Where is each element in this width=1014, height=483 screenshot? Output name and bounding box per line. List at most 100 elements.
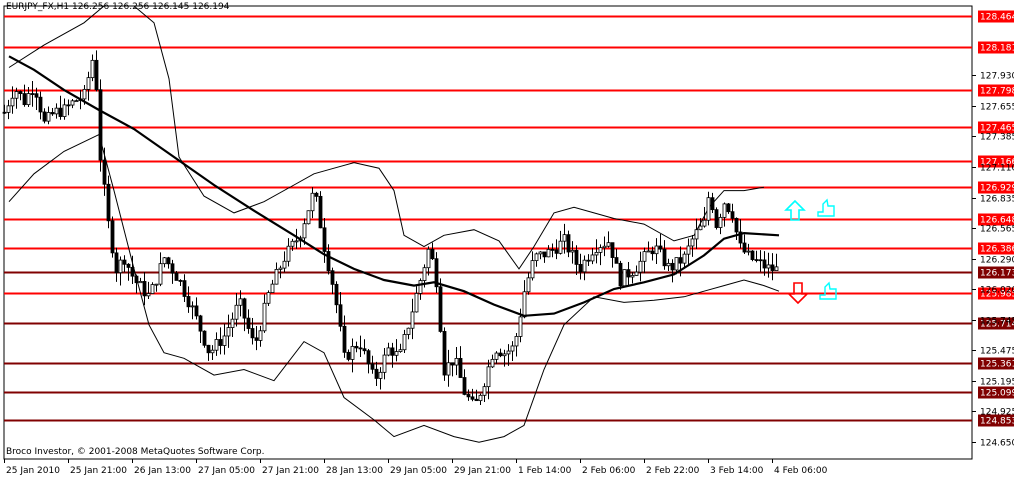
candle-body [38,96,43,113]
candle-body [422,267,427,281]
buy-hand-icon [817,198,835,217]
candle-body [182,280,187,297]
bollinger-bands [8,5,780,443]
candle-body [546,249,551,258]
y-tick-label: 127.110 [980,164,1014,174]
price-axis: 128.464128.181127.798127.465127.166126.9… [972,10,1014,449]
candle-body [302,223,307,239]
candle-body [158,263,163,285]
candle-body [630,275,635,278]
candle-body [66,104,71,107]
candle-body [14,91,19,99]
buy-arrow-icon [784,199,806,221]
candle-body [450,362,455,366]
x-tick-label: 29 Jan 21:00 [454,466,511,476]
candle-body [338,304,343,327]
candle-body [506,350,511,355]
candle-body [318,195,323,229]
candle-body [70,100,75,106]
candle-body [366,350,371,365]
candle-body [430,248,435,260]
candle-body [494,352,499,360]
candle-body [170,263,175,274]
candle-body [454,358,459,366]
candle-body [30,93,35,95]
candle-body [150,284,155,294]
candle-body [710,197,715,211]
x-tick-label: 2 Feb 06:00 [582,466,636,476]
candle-body [686,245,691,255]
candle-body [398,349,403,352]
candle-body [702,219,707,227]
y-tick-label: 125.745 [980,317,1014,327]
y-tick-label: 126.565 [980,225,1014,235]
y-tick-label: 127.385 [980,133,1014,143]
level-label: 127.798 [980,87,1014,97]
candle-body [426,248,431,269]
lower-band [8,133,780,443]
candle-body [542,251,547,258]
candle-body [194,305,199,317]
candle-body [278,267,283,270]
x-tick-label: 3 Feb 14:00 [710,466,764,476]
candle-body [2,111,7,114]
candle-body [538,251,543,255]
candle-body [266,292,271,304]
y-tick-label: 126.835 [980,195,1014,205]
candle-body [242,298,247,319]
candlesticks [2,50,779,406]
candle-body [406,327,411,335]
candle-body [654,245,659,255]
candle-body [462,377,467,395]
candle-body [290,240,295,247]
candle-body [358,347,363,350]
candle-body [722,203,727,218]
candle-body [646,250,651,253]
candle-body [446,362,451,376]
candle-body [262,302,267,332]
candle-body [590,254,595,262]
candle-body [586,259,591,262]
candle-body [210,349,215,354]
candle-body [750,250,755,260]
candle-body [698,225,703,231]
candle-body [122,259,127,265]
candle-body [6,105,11,113]
candle-body [618,262,623,287]
candle-body [666,262,671,267]
candle-body [98,89,103,161]
candle-body [594,251,599,256]
candle-body [566,234,571,253]
candle-body [198,315,203,332]
candle-body [642,251,647,262]
candle-body [690,238,695,247]
hand-outline [817,198,835,217]
candle-body [638,260,643,273]
candle-body [678,257,683,264]
candle-body [418,280,423,294]
candle-body [178,280,183,282]
candle-body [622,269,627,287]
candle-body [250,328,255,339]
candle-body [50,112,55,115]
candle-body [734,217,739,233]
candle-body [54,107,59,115]
candle-body [174,272,179,281]
candle-body [670,262,675,271]
candle-body [138,281,143,284]
candle-body [74,100,79,103]
candle-body [526,277,531,293]
candle-body [10,97,15,107]
candle-body [466,394,471,398]
level-label: 125.361 [980,360,1014,370]
candle-body [350,345,355,360]
candle-body [258,330,263,341]
candle-body [518,316,523,337]
candle-body [42,111,47,122]
symbol-label: EURJPY_FX,H1 [6,2,70,12]
candle-body [82,88,87,100]
candle-body [394,351,399,356]
x-tick-label: 26 Jan 13:00 [134,466,191,476]
candle-body [374,368,379,379]
candle-body [758,259,763,262]
